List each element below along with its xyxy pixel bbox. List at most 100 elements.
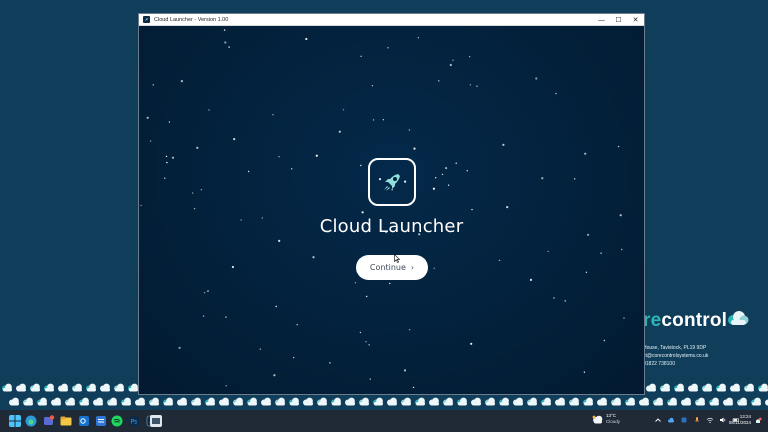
- star: [233, 138, 236, 141]
- cloud-pattern-icon: [667, 397, 677, 406]
- star: [178, 346, 181, 349]
- star: [623, 317, 625, 319]
- star: [168, 121, 171, 123]
- minimize-button[interactable]: —: [593, 14, 610, 26]
- cloud-pattern-icon: [681, 397, 691, 406]
- start-icon[interactable]: [9, 415, 21, 427]
- cloud-pattern-icon: [107, 397, 117, 406]
- star: [203, 292, 206, 294]
- notification-bell-icon[interactable]: [754, 417, 762, 425]
- star: [449, 63, 452, 67]
- close-button[interactable]: ✕: [627, 14, 644, 26]
- star: [312, 256, 315, 259]
- spotify-icon[interactable]: [111, 415, 123, 427]
- edge-icon[interactable]: [25, 415, 37, 427]
- cloud-pattern-icon: [744, 383, 754, 392]
- taskbar-clock[interactable]: 13:24 08/11/2024: [725, 414, 751, 426]
- microphone-icon[interactable]: [693, 416, 701, 424]
- star: [553, 297, 555, 299]
- star: [600, 252, 602, 254]
- app-titlebar-icon: [143, 16, 150, 23]
- cloud-pattern-icon: [16, 383, 26, 392]
- cloud-pattern-icon: [751, 397, 761, 406]
- star: [535, 77, 538, 80]
- app-tray-icon[interactable]: [680, 416, 688, 424]
- star: [469, 56, 471, 58]
- wifi-icon[interactable]: [706, 416, 714, 424]
- chevron-up-icon[interactable]: [654, 416, 662, 424]
- cloud-pattern-icon: [688, 383, 698, 392]
- star: [164, 177, 166, 179]
- star: [338, 130, 341, 133]
- star: [432, 187, 435, 190]
- cloud-pattern-icon: [79, 397, 89, 406]
- cloud-pattern-icon: [331, 397, 341, 406]
- maximize-button[interactable]: ☐: [610, 14, 627, 26]
- cloud-pattern-icon: [275, 397, 285, 406]
- star: [360, 164, 362, 167]
- star: [502, 143, 505, 146]
- star: [272, 114, 274, 116]
- window-manager-icon[interactable]: [149, 414, 163, 428]
- star: [433, 267, 435, 269]
- star: [202, 315, 205, 317]
- cloud-pattern-icon: [65, 397, 75, 406]
- cloud-pattern-icon: [709, 397, 719, 406]
- star: [371, 85, 374, 87]
- star: [438, 80, 440, 82]
- star: [208, 109, 210, 111]
- launcher-stage: Cloud Launcher Continue ›: [139, 26, 644, 394]
- star: [564, 300, 566, 302]
- app-title: Cloud Launcher: [319, 216, 464, 237]
- cloud-pattern-icon: [9, 397, 19, 406]
- star: [372, 119, 375, 121]
- cloud-pattern-icon: [555, 397, 565, 406]
- continue-button[interactable]: Continue ›: [356, 255, 428, 280]
- star: [470, 342, 473, 345]
- star: [455, 162, 457, 164]
- star: [408, 129, 411, 131]
- star: [360, 55, 362, 57]
- cloud-pattern-icon: [485, 397, 495, 406]
- star: [574, 178, 576, 180]
- star: [228, 46, 230, 48]
- cloud-pattern-icon: [289, 397, 299, 406]
- file-explorer-icon[interactable]: [60, 415, 72, 427]
- star: [329, 362, 331, 364]
- cloud-pattern-icon: [149, 397, 159, 406]
- photoshop-icon[interactable]: Ps: [128, 415, 140, 427]
- star: [469, 84, 472, 86]
- weather-widget[interactable]: 13°C Cloudy: [592, 413, 620, 425]
- cloud-pattern-icon: [457, 397, 467, 406]
- cloud-pattern-icon: [114, 383, 124, 392]
- star: [165, 155, 168, 158]
- star: [207, 290, 209, 292]
- word-icon[interactable]: [95, 415, 107, 427]
- star: [224, 41, 227, 44]
- cloud-pattern-icon: [93, 397, 103, 406]
- chevron-right-icon: ›: [410, 263, 415, 272]
- star: [225, 385, 227, 387]
- app-logo: [368, 158, 416, 206]
- onedrive-icon[interactable]: [667, 416, 675, 424]
- cloud-pattern-icon: [443, 397, 453, 406]
- star: [585, 271, 588, 273]
- star: [247, 170, 250, 173]
- cloud-pattern-icon: [58, 383, 68, 392]
- cloud-pattern-icon: [191, 397, 201, 406]
- window-titlebar[interactable]: Cloud Launcher - Version 1.00 — ☐ ✕: [139, 14, 644, 26]
- cloud-pattern-icon: [499, 397, 509, 406]
- clock-date: 08/11/2024: [728, 420, 751, 425]
- star: [441, 173, 444, 176]
- star: [152, 84, 154, 86]
- brand-wordmark: recontrol: [643, 310, 728, 331]
- outlook-icon[interactable]: [78, 415, 90, 427]
- svg-text:Ps: Ps: [131, 419, 138, 426]
- teams-icon[interactable]: [43, 415, 55, 427]
- star: [200, 189, 203, 191]
- cloud-pattern-icon: [37, 397, 47, 406]
- brand-email: ct@corecontrolsystems.co.uk: [643, 353, 709, 359]
- cloud-pattern-icon: [72, 383, 82, 392]
- star: [359, 331, 362, 334]
- star: [417, 37, 419, 39]
